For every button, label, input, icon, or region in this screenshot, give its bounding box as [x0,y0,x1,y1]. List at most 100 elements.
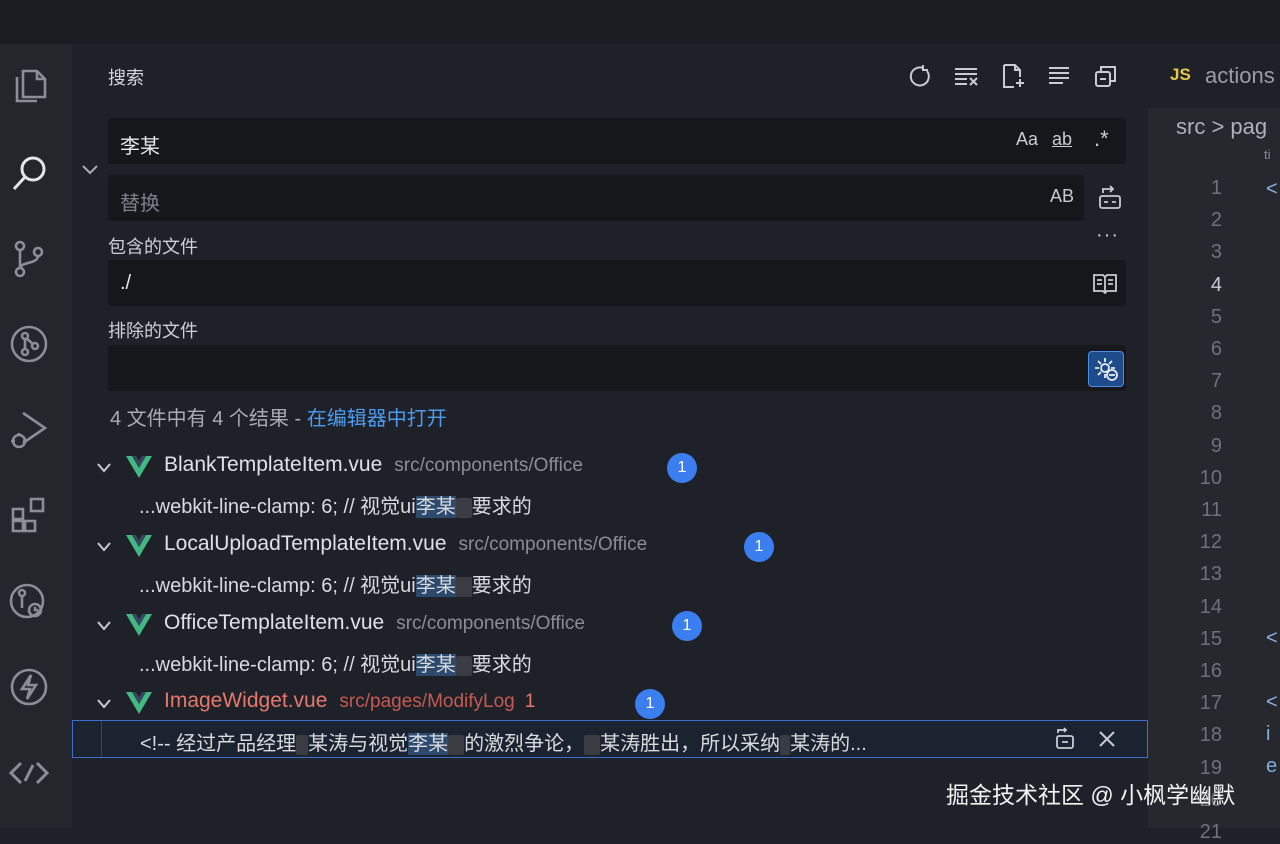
file-name: BlankTemplateItem.vue [164,453,383,476]
redaction-block [584,734,601,755]
file-path: src/components/Office [458,534,648,555]
match-highlight: 李某 [408,733,449,755]
view-as-tree-icon[interactable] [1045,62,1073,90]
refresh-icon[interactable] [906,62,934,90]
breadcrumb[interactable]: src > pag [1176,114,1267,140]
remote-explorer-icon[interactable] [4,748,54,798]
file-path: src/components/Office [396,613,585,634]
replace-input[interactable]: 替换 AB [108,175,1084,221]
line-number: 12 [1199,531,1222,554]
redaction-block [455,497,472,518]
match-text: ...webkit-line-clamp: 6; // 视觉ui [139,496,416,518]
title-strip [0,0,1280,44]
match-text: 某涛的... [790,733,867,755]
vue-file-icon [126,535,152,557]
vue-file-icon [126,456,152,478]
exclude-input[interactable] [108,345,1126,391]
match-case-toggle[interactable]: Aa [1016,129,1038,150]
error-count: 1 [524,691,536,712]
code-glyph: i [1266,723,1271,745]
file-path: src/components/Office [394,455,583,476]
line-number: 9 [1210,434,1222,457]
line-number: 4 [1210,273,1222,296]
match-count-badge: 1 [744,532,774,562]
chevron-down-icon[interactable] [96,540,112,554]
match-line[interactable]: ...webkit-line-clamp: 6; // 视觉ui李某 要求的 [139,648,532,677]
run-debug-icon[interactable] [4,404,54,454]
file-path: src/pages/ModifyLog [339,691,515,712]
vue-file-icon [126,614,152,636]
extensions-icon[interactable] [4,490,54,540]
indent-guide [101,721,102,757]
match-whole-word-toggle[interactable]: ab [1052,129,1072,150]
match-highlight: 李某 [415,496,456,518]
open-editors-only-icon[interactable] [1092,272,1118,294]
line-number: 14 [1199,595,1222,618]
explorer-icon[interactable] [4,60,54,110]
match-text: ...webkit-line-clamp: 6; // 视觉ui [139,654,416,676]
redaction-block [296,734,309,755]
line-number: 5 [1210,305,1222,328]
view-title: 搜索 [108,68,144,88]
code-glyph: e [1266,755,1278,777]
open-in-editor-link[interactable]: 在编辑器中打开 [307,408,447,430]
line-number: 8 [1210,402,1222,425]
line-number: 1 [1210,177,1222,199]
tab-label: actions [1205,63,1275,88]
new-search-editor-icon[interactable] [999,62,1027,90]
editor-tab[interactable]: JS actions [1148,44,1280,108]
match-line[interactable]: ...webkit-line-clamp: 6; // 视觉ui李某 要求的 [139,569,532,598]
git-graph-icon[interactable] [4,319,54,369]
toggle-search-details-button[interactable]: ··· [1096,224,1119,247]
line-number: 7 [1210,370,1222,393]
result-file-row[interactable]: OfficeTemplateItem.vue src/components/Off… [92,607,1092,643]
file-name: ImageWidget.vue [164,689,328,712]
file-name: OfficeTemplateItem.vue [164,611,385,634]
results-summary: 4 文件中有 4 个结果 - 在编辑器中打开 [110,402,447,431]
collapse-all-icon[interactable] [1092,62,1120,90]
chevron-down-icon[interactable] [96,619,112,633]
file-name: LocalUploadTemplateItem.vue [164,532,447,555]
match-text: <!-- 经过产品经理 [140,733,297,755]
result-file-row[interactable]: ImageWidget.vue src/pages/ModifyLog 1 1 [92,685,1092,721]
toggle-replace-chevron-icon[interactable] [80,159,100,179]
line-number: 2 [1210,209,1222,232]
redaction-block [455,576,472,597]
dismiss-icon[interactable] [1095,727,1119,751]
search-icon[interactable] [4,148,54,198]
preserve-case-toggle[interactable]: AB [1050,186,1074,207]
line-number: 13 [1199,563,1222,586]
include-input[interactable]: ./ [108,260,1126,306]
match-count-badge: 1 [667,453,697,483]
search-value: 李某 [120,136,160,158]
match-line: <!-- 经过产品经理 某涛与视觉李某 的激烈争论， 某涛胜出，所以采纳 某涛的... [140,727,867,756]
match-text: 要求的 [471,654,532,676]
js-file-icon: JS [1170,65,1191,84]
chevron-down-icon[interactable] [96,461,112,475]
chevron-down-icon[interactable] [96,697,112,711]
clear-results-icon[interactable] [952,62,980,90]
line-number: 18 [1199,724,1222,747]
lightning-icon[interactable] [4,662,54,712]
use-exclude-settings-icon[interactable] [1088,351,1124,387]
match-highlight: 李某 [415,575,456,597]
replace-all-icon[interactable] [1096,184,1124,212]
remote-history-icon[interactable] [4,576,54,626]
match-text: 要求的 [471,496,532,518]
selected-match-row[interactable]: <!-- 经过产品经理 某涛与视觉李某 的激烈争论， 某涛胜出，所以采纳 某涛的... [72,720,1148,758]
result-file-row[interactable]: BlankTemplateItem.vue src/components/Offi… [92,449,1092,485]
search-input[interactable]: 李某 Aa ab .* [108,118,1126,164]
editor-area: JS actions src > pag ti 1 2 3 4 5 6 7 8 9 10 11 12 1… [1148,44,1280,843]
match-line[interactable]: ...webkit-line-clamp: 6; // 视觉ui李某 要求的 [139,490,532,519]
result-file-row[interactable]: LocalUploadTemplateItem.vue src/component… [92,528,1092,564]
match-text: 的激烈争论， [464,733,585,755]
summary-text: 4 文件中有 4 个结果 - [110,408,307,430]
replace-icon[interactable] [1053,727,1077,751]
line-number: 6 [1210,338,1222,360]
redaction-block [455,655,472,676]
search-view: 搜索 李某 Aa ab .* 替换 AB ··· 包含的文件 ./ 排除的文件 [72,44,1148,828]
redaction-block [780,734,791,755]
use-regex-toggle[interactable]: .* [1094,126,1109,152]
code-glyph: < [1266,178,1278,200]
source-control-icon[interactable] [4,234,54,284]
